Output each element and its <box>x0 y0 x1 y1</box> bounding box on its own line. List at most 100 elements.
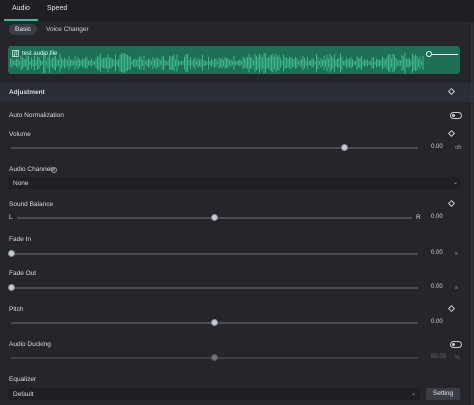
audio-waveform[interactable] <box>8 46 460 74</box>
pitch-keyframe-icon[interactable] <box>447 304 456 313</box>
waveform-bar <box>173 54 175 72</box>
waveform-bar <box>256 55 257 71</box>
waveform-bar <box>163 55 164 71</box>
waveform-bar <box>23 58 25 68</box>
waveform-bar <box>68 56 70 70</box>
waveform-bar <box>118 59 119 67</box>
subtab-basic[interactable]: Basic <box>9 24 37 35</box>
fade-in-slider-handle[interactable] <box>7 250 15 257</box>
waveform-bar <box>380 59 382 67</box>
waveform-bar <box>313 59 314 67</box>
waveform-bar <box>124 53 125 73</box>
fade-out-slider-handle[interactable] <box>7 284 15 291</box>
waveform-bar <box>182 61 184 65</box>
waveform-bar <box>193 59 194 67</box>
waveform-bar <box>289 56 290 70</box>
waveform-volume-line <box>432 54 458 55</box>
pitch-value[interactable]: 0.00 <box>428 317 452 328</box>
audio-ducking-toggle[interactable] <box>450 341 462 348</box>
waveform-bar <box>224 57 226 69</box>
waveform-bar <box>119 54 121 72</box>
adjustment-section-header[interactable] <box>0 83 474 102</box>
waveform-bar <box>178 60 179 66</box>
waveform-bar <box>322 59 323 67</box>
waveform-bar <box>385 59 386 67</box>
waveform-bar <box>85 57 86 69</box>
fade-in-value[interactable]: 0.00 <box>428 248 452 259</box>
audio-ducking-slider-handle[interactable] <box>211 354 218 361</box>
waveform-bar <box>377 59 379 67</box>
waveform-bar <box>359 57 361 69</box>
sound-balance-slider-handle[interactable] <box>211 214 218 221</box>
waveform-bar <box>217 61 218 65</box>
waveform-bar <box>394 54 395 72</box>
volume-slider-track[interactable] <box>11 147 418 149</box>
auto-normalization-toggle[interactable] <box>450 112 462 119</box>
equalizer-setting-button[interactable]: Setting <box>426 388 460 400</box>
waveform-bar <box>170 56 172 70</box>
volume-slider-handle[interactable] <box>341 144 349 151</box>
volume-keyframe-icon[interactable] <box>447 129 456 138</box>
waveform-bar <box>158 58 160 68</box>
waveform-bar <box>103 57 104 69</box>
waveform-bar <box>215 58 217 68</box>
waveform-bar <box>346 57 347 69</box>
sound-balance-keyframe-icon[interactable] <box>447 199 456 208</box>
waveform-bar <box>233 56 235 70</box>
audio-channels-select[interactable] <box>8 177 461 189</box>
subtab-voice-changer[interactable]: Voice Changer <box>40 24 95 35</box>
waveform-bar <box>281 60 283 66</box>
waveform-bar <box>65 59 67 67</box>
waveform-bar <box>106 57 107 69</box>
tab-audio[interactable]: Audio <box>12 5 30 12</box>
waveform-bar <box>202 54 203 72</box>
help-icon[interactable]: ? <box>51 167 57 173</box>
fade-out-value[interactable]: 0.00 <box>428 282 452 293</box>
waveform-bar <box>301 59 302 67</box>
waveform-bar <box>28 56 29 70</box>
fade-out-unit: s <box>455 285 458 291</box>
fade-in-slider-track[interactable] <box>11 253 418 255</box>
waveform-bar <box>71 59 73 67</box>
volume-value[interactable]: 0.00 <box>428 142 452 153</box>
waveform-bar <box>154 59 155 67</box>
waveform-bar <box>218 57 220 69</box>
audio-ducking-value[interactable]: 50.00 <box>428 352 452 363</box>
waveform-bar <box>10 59 11 67</box>
tab-speed[interactable]: Speed <box>47 5 67 12</box>
equalizer-select[interactable] <box>8 388 420 400</box>
waveform-bar <box>364 59 365 67</box>
waveform-bar <box>196 60 197 66</box>
waveform-bar <box>179 61 181 65</box>
waveform-bar <box>184 56 185 70</box>
waveform-bar <box>329 53 331 73</box>
scrollbar[interactable] <box>471 22 473 405</box>
waveform-bar <box>269 55 271 71</box>
fade-in-label: Fade In <box>9 236 32 243</box>
chevron-down-icon: ⌄ <box>453 180 459 186</box>
waveform-bar <box>259 53 260 73</box>
waveform-bar <box>59 53 61 73</box>
waveform-bar <box>175 59 176 67</box>
waveform-bar <box>286 57 287 69</box>
waveform-bar <box>229 60 230 66</box>
waveform-bar <box>374 61 376 65</box>
waveform-bar <box>64 57 65 69</box>
waveform-bar <box>14 60 16 66</box>
waveform-bar <box>388 54 389 72</box>
waveform-bar <box>271 54 272 72</box>
waveform-bar <box>383 58 385 68</box>
waveform-bar <box>137 58 139 68</box>
waveform-bar <box>38 57 40 69</box>
pitch-slider-handle[interactable] <box>211 319 218 326</box>
waveform-bar <box>386 56 388 70</box>
waveform-bar <box>41 61 43 65</box>
waveform-bar <box>293 59 295 67</box>
waveform-bar <box>370 60 371 66</box>
waveform-bar <box>145 61 146 65</box>
waveform-bar <box>136 59 137 67</box>
fade-out-slider-track[interactable] <box>11 287 418 289</box>
waveform-bar <box>407 58 409 68</box>
auto-normalization-label: Auto Normalization <box>9 112 64 119</box>
sound-balance-value[interactable]: 0.00 <box>428 212 452 223</box>
